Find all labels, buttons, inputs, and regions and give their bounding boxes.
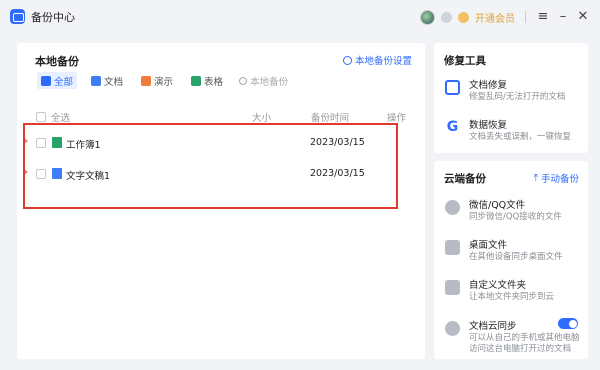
cloud-item-folder[interactable]: 自定义文件夹 让本地文件夹同步到云 [445,277,585,305]
recovery-icon: G [446,119,459,135]
cloud-item-desktop[interactable]: 桌面文件 在其他设备同步桌面文件 [445,237,585,265]
local-backup-panel: 本地备份 本地备份设置 全部 文档 演示 表格 本地备份 全选 大小 备份时间 … [17,43,425,359]
select-all[interactable]: 全选 [36,110,70,124]
backup-settings-link[interactable]: 本地备份设置 [342,53,412,67]
backup-settings-label: 本地备份设置 [354,56,412,67]
item-title: 桌面文件 [469,240,508,251]
search-input[interactable]: 本地备份 [239,74,288,88]
item-title: 自定义文件夹 [469,280,527,291]
filter-slides-label: 演示 [154,76,174,88]
word-icon [91,75,102,86]
avatar[interactable] [420,9,435,25]
filter-bar: 全部 文档 演示 表格 本地备份 [37,72,288,89]
titlebar-divider [525,11,526,23]
filter-sheets-label: 表格 [204,76,224,88]
cloud-sync-icon [445,321,460,336]
table-header: 全选 大小 备份时间 操作 [36,110,416,124]
item-desc: 访问这台电脑打开过的文档 [469,344,572,354]
select-all-label: 全选 [51,113,71,124]
titlebar-controls: 开通会员 ≡ – ✕ [420,8,590,26]
title-bar: 备份中心 开通会员 ≡ – ✕ [0,0,600,34]
vip-icon[interactable] [458,11,469,23]
minimize-icon[interactable]: – [556,10,570,24]
repair-icon [445,80,460,95]
filter-docs-label: 文档 [104,76,124,88]
item-desc: 让本地文件夹同步到云 [469,292,555,302]
item-title: 文档修复 [469,80,508,91]
vip-link[interactable]: 开通会员 [475,10,515,25]
select-all-checkbox[interactable] [36,112,46,122]
cloud-item-wechat-qq[interactable]: 微信/QQ文件 同步微信/QQ接收的文件 [445,197,585,225]
app-title: 备份中心 [31,11,75,24]
presentation-icon [141,75,152,86]
menu-icon[interactable]: ≡ [536,10,550,24]
desktop-icon [445,240,460,255]
gear-icon [342,55,352,65]
app-logo-icon [10,9,25,24]
cloud-title: 云端备份 [444,173,486,185]
filter-all[interactable]: 全部 [37,72,78,89]
repair-title: 修复工具 [444,55,486,67]
highlight-box [23,123,398,209]
manual-backup-button[interactable]: ⤒ 手动备份 [533,171,579,186]
search-placeholder: 本地备份 [250,76,289,88]
column-size: 大小 [252,113,272,124]
panel-title: 本地备份 [35,55,79,68]
item-desc: 修复乱码/无法打开的文档 [469,92,566,102]
spreadsheet-icon [191,75,202,86]
doc-sync-toggle[interactable] [558,318,578,329]
column-time: 备份时间 [311,113,350,124]
search-icon [239,76,248,85]
item-desc: 同步微信/QQ接收的文件 [469,212,562,222]
item-title: 数据恢复 [469,120,508,131]
item-desc: 文档丢失或误删，一键恢复 [469,132,572,142]
item-title: 微信/QQ文件 [469,200,526,211]
filter-slides[interactable]: 演示 [137,72,177,89]
filter-sheets[interactable]: 表格 [187,72,227,89]
cloud-backup-panel: 云端备份 ⤒ 手动备份 微信/QQ文件 同步微信/QQ接收的文件 桌面文件 在其… [434,161,588,359]
upload-icon: ⤒ [533,172,538,184]
folder-icon [445,280,460,295]
close-icon[interactable]: ✕ [576,10,590,24]
filter-all-label: 全部 [54,76,74,88]
wechat-qq-icon [445,200,460,215]
list-icon [41,75,51,86]
status-icon[interactable] [441,11,452,23]
column-action: 操作 [387,113,407,124]
repair-item-doc[interactable]: 文档修复 修复乱码/无法打开的文档 [445,77,585,105]
filter-docs[interactable]: 文档 [87,72,127,89]
repair-item-recovery[interactable]: G 数据恢复 文档丢失或误删，一键恢复 [445,117,585,145]
item-desc: 在其他设备同步桌面文件 [469,252,563,262]
repair-tools-panel: 修复工具 文档修复 修复乱码/无法打开的文档 G 数据恢复 文档丢失或误删，一键… [434,43,588,153]
item-title: 文档云同步 [469,321,517,332]
manual-backup-label: 手动备份 [540,174,579,185]
